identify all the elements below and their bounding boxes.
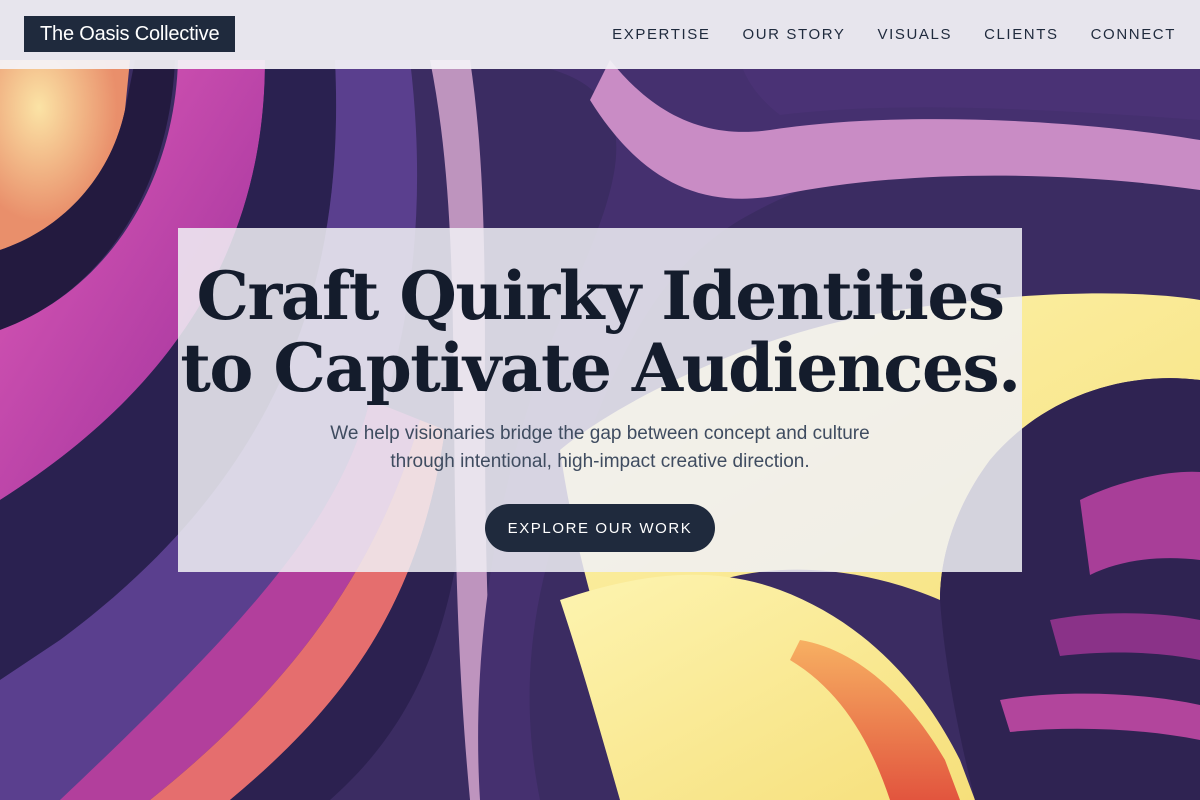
hero-card: Craft Quirky Identities to Captivate Aud… xyxy=(178,228,1022,572)
hero-title: Craft Quirky Identities to Captivate Aud… xyxy=(178,260,1022,404)
nav-link-clients[interactable]: CLIENTS xyxy=(984,26,1059,43)
hero-subtitle-line-1: We help visionaries bridge the gap betwe… xyxy=(330,423,870,444)
main-nav: EXPERTISE OUR STORY VISUALS CLIENTS CONN… xyxy=(612,0,1176,69)
nav-link-visuals[interactable]: VISUALS xyxy=(878,26,953,43)
top-navigation-bar: The Oasis Collective EXPERTISE OUR STORY… xyxy=(0,0,1200,69)
explore-our-work-button[interactable]: EXPLORE OUR WORK xyxy=(485,504,715,552)
brand-logo[interactable]: The Oasis Collective xyxy=(24,16,236,52)
landing-page: The Oasis Collective EXPERTISE OUR STORY… xyxy=(0,0,1200,800)
nav-link-connect[interactable]: CONNECT xyxy=(1091,26,1176,43)
nav-link-our-story[interactable]: OUR STORY xyxy=(742,26,845,43)
hero-subtitle: We help visionaries bridge the gap betwe… xyxy=(278,420,922,476)
nav-link-expertise[interactable]: EXPERTISE xyxy=(612,26,710,43)
hero-title-line-1: Craft Quirky Identities xyxy=(196,257,1005,335)
hero-subtitle-line-2: through intentional, high-impact creativ… xyxy=(390,451,810,472)
hero-title-line-2: to Captivate Audiences. xyxy=(180,329,1021,407)
